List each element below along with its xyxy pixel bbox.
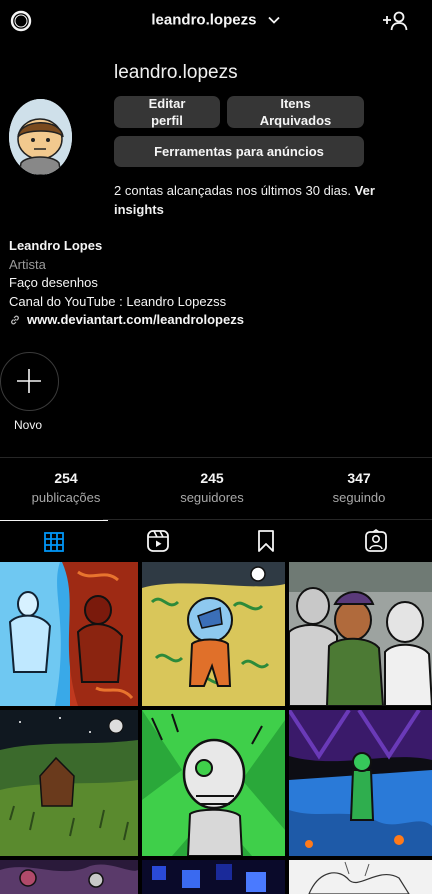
edit-profile-button[interactable]: Editar perfil: [114, 96, 220, 128]
plus-icon: [17, 369, 41, 393]
profile-avatar[interactable]: [9, 99, 72, 175]
stat-following-label: seguindo: [332, 490, 386, 505]
post-thumbnail[interactable]: [0, 860, 138, 894]
reels-icon: [147, 530, 169, 552]
bio-line-1: Faço desenhos: [9, 275, 98, 290]
post-thumbnail[interactable]: [289, 860, 432, 894]
posts-grid: [0, 562, 432, 894]
reach-text: 2 contas alcançadas nos últimos 30 dias.: [114, 183, 352, 198]
bookmark-icon: [258, 530, 274, 552]
tab-tagged[interactable]: [322, 520, 430, 562]
post-thumbnail[interactable]: [0, 710, 138, 856]
top-bar: leandro.lopezs: [0, 0, 432, 42]
tab-grid[interactable]: [0, 520, 108, 562]
post-thumbnail[interactable]: [142, 562, 285, 706]
top-username: leandro.lopezs: [151, 11, 257, 29]
stat-posts-value: 254: [54, 470, 78, 486]
post-thumbnail[interactable]: [289, 710, 432, 856]
tab-reels[interactable]: [104, 520, 212, 562]
archived-items-button[interactable]: Itens Arquivados: [227, 96, 364, 128]
stat-posts-label: publicações: [31, 490, 101, 505]
edit-profile-label: Editar perfil: [148, 96, 186, 128]
content-tabs: [0, 520, 432, 562]
stat-followers-value: 245: [200, 470, 224, 486]
ad-tools-button[interactable]: Ferramentas para anúncios: [114, 136, 364, 167]
new-highlight-label: Novo: [14, 418, 43, 432]
bio: Leandro Lopes Artista Faço desenhos Cana…: [9, 237, 244, 330]
stat-followers-label: seguidores: [180, 490, 244, 505]
add-user-icon[interactable]: [382, 9, 410, 33]
stat-followers[interactable]: 245 seguidores: [152, 470, 272, 505]
post-thumbnail[interactable]: [142, 860, 285, 894]
profile-username: leandro.lopezs: [114, 62, 238, 83]
profile-stats: 254 publicações 245 seguidores 347 segui…: [0, 470, 432, 510]
stat-following-value: 347: [347, 470, 371, 486]
grid-icon: [44, 531, 64, 552]
post-thumbnail[interactable]: [142, 710, 285, 856]
chevron-down-icon: [267, 16, 280, 24]
link-icon: [11, 315, 19, 325]
stat-posts[interactable]: 254 publicações: [6, 470, 126, 505]
stats-divider: [0, 457, 432, 458]
new-highlight-button[interactable]: [0, 352, 59, 411]
tab-saved[interactable]: [212, 520, 320, 562]
bio-line-2: Canal do YouTube : Leandro Lopezss: [9, 293, 227, 309]
ad-tools-label: Ferramentas para anúncios: [154, 144, 324, 159]
bio-website-link[interactable]: www.deviantart.com/leandrolopezs: [9, 311, 244, 330]
account-switcher[interactable]: leandro.lopezs: [0, 11, 432, 29]
post-thumbnail[interactable]: [289, 562, 432, 706]
bio-website-text: www.deviantart.com/leandrolopezs: [27, 312, 244, 327]
stat-following[interactable]: 347 seguindo: [299, 470, 419, 505]
avatar-illustration: [9, 99, 72, 175]
bio-category: Artista: [9, 256, 46, 272]
post-thumbnail[interactable]: [0, 562, 138, 706]
tagged-icon: [365, 529, 387, 552]
reach-summary: 2 contas alcançadas nos últimos 30 dias.…: [114, 181, 414, 219]
bio-full-name: Leandro Lopes: [9, 238, 103, 253]
archived-items-label: Itens Arquivados: [259, 96, 332, 128]
